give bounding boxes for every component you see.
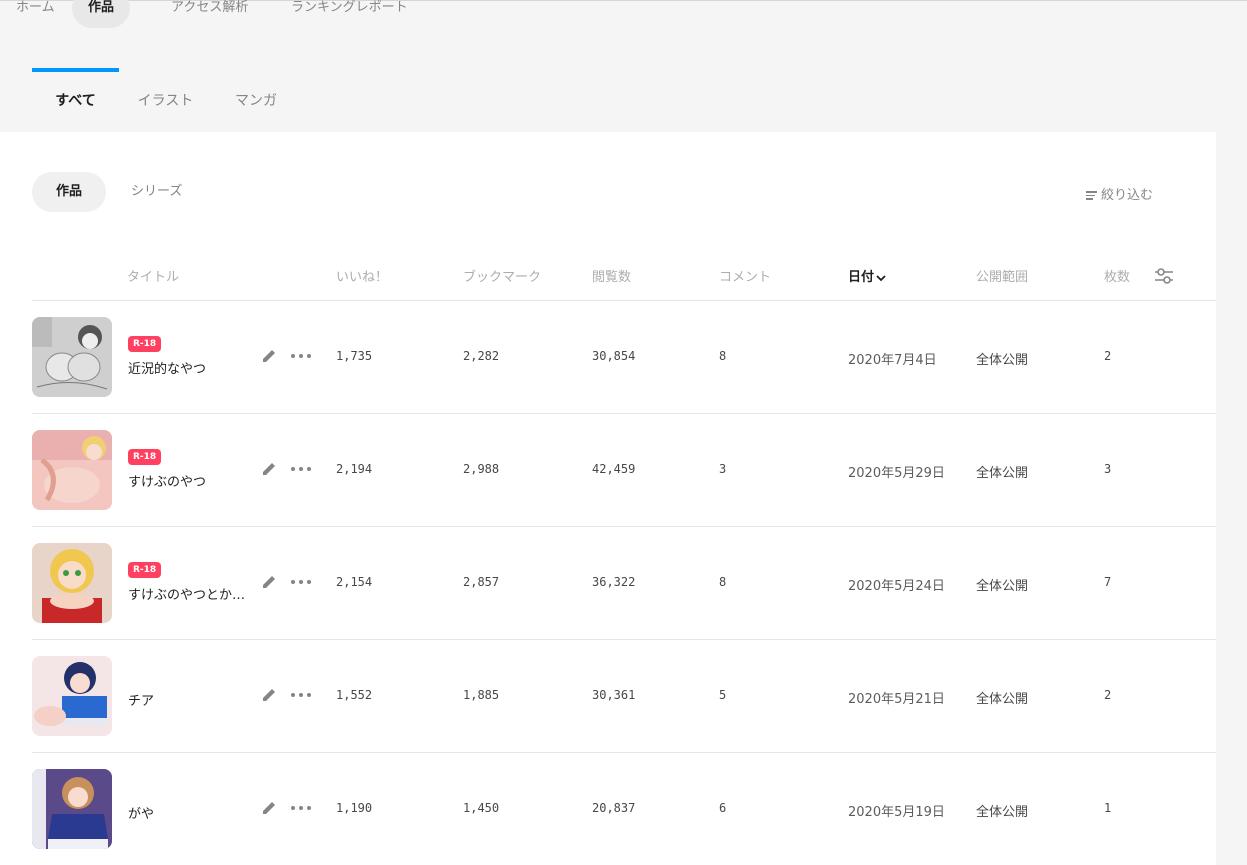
col-comments[interactable]: コメント [719,266,771,285]
visibility: 全体公開 [976,805,1029,820]
top-nav: ホーム 作品 アクセス解析 ランキングレポート [0,0,1247,28]
table-row[interactable]: がや 1,190 1,450 20,837 6 2020年5月19日 全体公開 … [0,753,1216,865]
bookmarks-count: 2,857 [463,575,500,589]
col-visibility[interactable]: 公開範囲 [976,266,1028,285]
col-date[interactable]: 日付 [848,266,886,285]
page-count: 2 [1104,688,1112,702]
edit-icon[interactable] [260,686,278,704]
col-bookmarks[interactable]: ブックマーク [463,266,541,285]
post-date: 2020年5月19日 [848,805,945,820]
work-title[interactable]: がや [128,803,154,822]
views-count: 30,854 [592,349,636,363]
work-title[interactable]: チア [128,690,154,709]
table-header: タイトル いいね！ ブックマーク 閲覧数 コメント 日付 公開範囲 枚数 [0,266,1216,300]
likes-count: 1,190 [336,801,373,815]
visibility: 全体公開 [976,579,1029,594]
tab-illust[interactable]: イラスト [127,68,204,132]
work-thumbnail[interactable] [32,543,112,623]
views-count: 20,837 [592,801,636,815]
page-count: 1 [1104,801,1112,815]
table-row[interactable]: R-18 近況的なやつ 1,735 2,282 30,854 8 2020年7月… [0,301,1216,414]
edit-icon[interactable] [260,347,278,365]
type-tab-bar: すべて イラスト マンガ [0,68,1216,132]
comments-count: 8 [719,575,727,589]
filter-label: 絞り込む [1101,188,1154,203]
work-title[interactable]: すけぶのやつとかな... [128,584,246,603]
views-count: 30,361 [592,688,636,702]
comments-count: 6 [719,801,727,815]
filter-icon [1086,189,1097,202]
col-likes[interactable]: いいね！ [336,266,388,285]
work-thumbnail[interactable] [32,656,112,736]
table-row[interactable]: R-18 すけぶのやつとかな... 2,154 2,857 36,322 8 2… [0,527,1216,640]
works-panel: すべて イラスト マンガ 作品 シリーズ 絞り込む タイトル いいね！ ブックマ… [0,68,1216,865]
edit-icon[interactable] [260,460,278,478]
comments-count: 8 [719,349,727,363]
edit-icon[interactable] [260,799,278,817]
nav-home[interactable]: ホーム [0,0,71,28]
more-icon[interactable] [290,686,312,704]
filter-button[interactable]: 絞り込む [1086,184,1153,203]
col-date-label: 日付 [848,270,875,285]
post-date: 2020年7月4日 [848,353,937,368]
work-thumbnail[interactable] [32,769,112,849]
r18-badge: R-18 [128,336,162,352]
more-icon[interactable] [290,573,312,591]
nav-ranking-report[interactable]: ランキングレポート [275,0,424,28]
r18-badge: R-18 [128,562,162,578]
settings-icon[interactable] [1153,266,1175,286]
more-icon[interactable] [290,347,312,365]
likes-count: 1,552 [336,688,373,702]
tab-all[interactable]: すべて [32,68,119,132]
tab-manga[interactable]: マンガ [222,68,290,132]
visibility: 全体公開 [976,692,1029,707]
bookmarks-count: 1,885 [463,688,500,702]
work-title[interactable]: すけぶのやつ [128,471,206,490]
edit-icon[interactable] [260,573,278,591]
likes-count: 2,154 [336,575,373,589]
table-row[interactable]: R-18 すけぶのやつ 2,194 2,988 42,459 3 2020年5月… [0,414,1216,527]
nav-access-analysis[interactable]: アクセス解析 [155,0,264,28]
post-date: 2020年5月24日 [848,579,945,594]
page-count: 2 [1104,349,1112,363]
comments-count: 5 [719,688,727,702]
subtab-works[interactable]: 作品 [32,172,107,212]
more-icon[interactable] [290,799,312,817]
bookmarks-count: 2,282 [463,349,500,363]
subtab-series[interactable]: シリーズ [107,172,206,212]
col-pages[interactable]: 枚数 [1104,266,1130,285]
col-views[interactable]: 閲覧数 [592,266,631,285]
nav-works[interactable]: 作品 [72,0,131,28]
chevron-down-icon [876,274,886,281]
views-count: 36,322 [592,575,636,589]
visibility: 全体公開 [976,466,1029,481]
likes-count: 1,735 [336,349,373,363]
page-count: 3 [1104,462,1112,476]
col-title: タイトル [127,270,180,285]
comments-count: 3 [719,462,727,476]
more-icon[interactable] [290,460,312,478]
bookmarks-count: 1,450 [463,801,500,815]
visibility: 全体公開 [976,353,1029,368]
work-thumbnail[interactable] [32,317,112,397]
bookmarks-count: 2,988 [463,462,500,476]
post-date: 2020年5月21日 [848,692,945,707]
work-thumbnail[interactable] [32,430,112,510]
post-date: 2020年5月29日 [848,466,945,481]
work-title[interactable]: 近況的なやつ [128,358,206,377]
table-row[interactable]: チア 1,552 1,885 30,361 5 2020年5月21日 全体公開 … [0,640,1216,753]
views-count: 42,459 [592,462,636,476]
r18-badge: R-18 [128,449,162,465]
page-count: 7 [1104,575,1112,589]
likes-count: 2,194 [336,462,373,476]
